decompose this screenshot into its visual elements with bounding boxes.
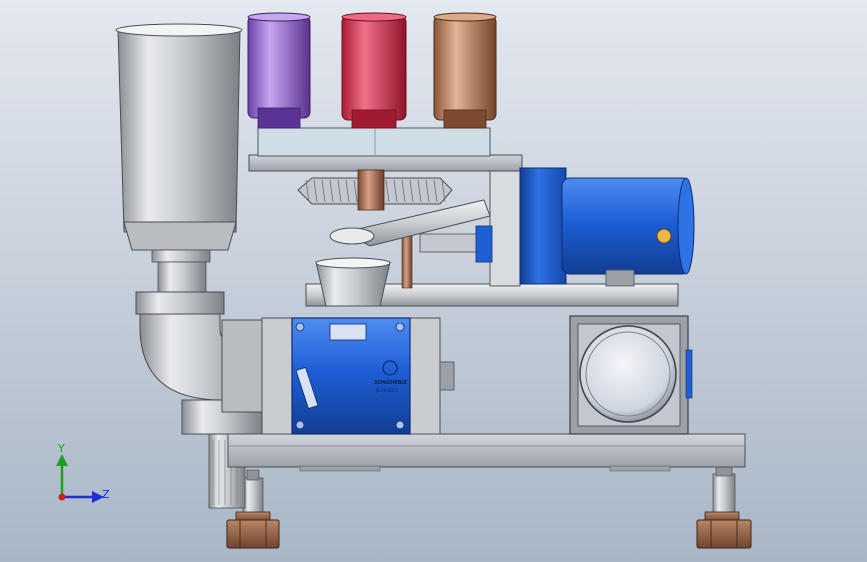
motor-terminal-icon [656,228,672,244]
inspection-window [579,325,677,423]
brand-label: SONGHEBIZ [374,380,407,386]
base-plate [227,433,746,468]
y-axis-label: Y [57,442,65,455]
cup-bronze [433,12,497,129]
x-axis-point [58,493,66,501]
cup-red [341,12,407,129]
gearbox-housing: SONGHEBIZ JS-30-2015 [261,317,455,435]
rotary-plate [248,154,523,172]
cup-tray [257,127,491,157]
center-shaft [357,169,385,211]
model-label: JS-30-2015 [375,388,398,393]
left-leg-rod [242,477,264,515]
cad-viewport[interactable]: SONGHEBIZ JS-30-2015 Y Z [0,0,867,562]
z-axis-label: Z [102,488,110,501]
right-leg-rod [712,473,736,515]
right-gear-housing [569,315,693,435]
cup-purple [247,12,311,129]
funnel [315,261,391,307]
